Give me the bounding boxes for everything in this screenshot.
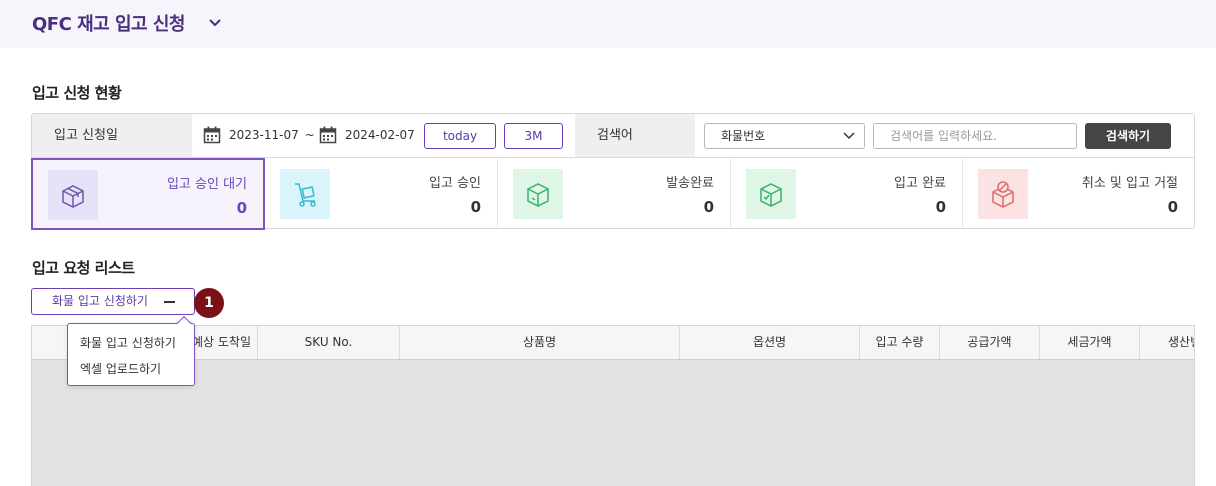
status-card-approved[interactable]: 입고 승인 0 <box>265 159 497 229</box>
chevron-down-icon[interactable] <box>206 13 224 31</box>
search-type-value: 화물번호 <box>721 129 766 143</box>
today-button[interactable]: today <box>424 123 496 149</box>
date-label: 입고 신청일 <box>32 114 192 157</box>
request-table: 예상 도착일 SKU No. 상품명 옵션명 입고 수량 공급가액 세금가액 생… <box>31 325 1195 486</box>
package-shipped-icon <box>513 169 563 219</box>
search-type-select[interactable]: 화물번호 <box>704 123 865 149</box>
request-list-title: 입고 요청 리스트 <box>32 259 135 277</box>
calendar-icon <box>203 126 221 144</box>
column-quantity[interactable]: 입고 수량 <box>860 326 940 359</box>
filter-row: 입고 신청일 2023-11-07 ~ 2024-02-07 today 3M … <box>32 114 1194 158</box>
status-card-completed[interactable]: 입고 완료 0 <box>730 159 962 229</box>
status-count: 0 <box>236 199 247 217</box>
search-label: 검색어 <box>575 114 695 157</box>
status-label: 입고 완료 <box>894 176 946 191</box>
menu-item-excel-upload[interactable]: 엑셀 업로드하기 <box>80 360 161 377</box>
collapse-icon <box>164 301 175 303</box>
menu-item-cargo-request[interactable]: 화물 입고 신청하기 <box>80 334 176 351</box>
start-date-field[interactable]: 2023-11-07 ~ <box>203 126 315 144</box>
package-cancel-icon <box>978 169 1028 219</box>
hand-truck-icon <box>280 169 330 219</box>
status-count: 0 <box>935 198 946 216</box>
page-title: QFC 재고 입고 신청 <box>32 14 185 35</box>
add-request-dropdown-menu: 화물 입고 신청하기 엑셀 업로드하기 <box>67 323 195 386</box>
status-label: 취소 및 입고 거절 <box>1081 176 1178 191</box>
status-label: 입고 승인 대기 <box>166 177 247 192</box>
status-label: 입고 승인 <box>429 176 481 191</box>
add-cargo-request-button[interactable]: 화물 입고 신청하기 <box>31 288 195 315</box>
chevron-down-icon <box>843 132 855 140</box>
status-card-shipped[interactable]: 발송완료 0 <box>497 159 730 229</box>
status-count: 0 <box>1167 198 1178 216</box>
search-button[interactable]: 검색하기 <box>1085 123 1171 149</box>
step-badge: 1 <box>194 288 224 318</box>
column-production-no[interactable]: 생산번 <box>1140 326 1194 359</box>
header-bar: QFC 재고 입고 신청 <box>0 0 1216 48</box>
package-complete-icon <box>746 169 796 219</box>
range-3m-button[interactable]: 3M <box>504 123 563 149</box>
status-filter-panel: 입고 신청일 2023-11-07 ~ 2024-02-07 today 3M … <box>31 113 1195 230</box>
end-date-value: 2024-02-07 <box>345 128 415 142</box>
status-label: 발송완료 <box>666 176 714 191</box>
table-header: 예상 도착일 SKU No. 상품명 옵션명 입고 수량 공급가액 세금가액 생… <box>32 326 1194 360</box>
date-separator: ~ <box>304 128 315 142</box>
package-box-icon <box>48 170 98 220</box>
status-count: 0 <box>470 198 481 216</box>
add-cargo-request-label: 화물 입고 신청하기 <box>52 294 148 308</box>
start-date-value: 2023-11-07 <box>229 128 299 142</box>
calendar-icon <box>319 126 337 144</box>
search-input[interactable] <box>873 123 1077 149</box>
column-tax-amount[interactable]: 세금가액 <box>1040 326 1140 359</box>
end-date-field[interactable]: 2024-02-07 <box>319 126 415 144</box>
table-body-empty <box>32 360 1194 486</box>
column-sku[interactable]: SKU No. <box>258 326 400 359</box>
status-card-pending[interactable]: 입고 승인 대기 0 <box>31 158 265 230</box>
column-option-name[interactable]: 옵션명 <box>680 326 860 359</box>
column-product-name[interactable]: 상품명 <box>400 326 680 359</box>
status-section-title: 입고 신청 현황 <box>32 84 122 102</box>
status-count: 0 <box>703 198 714 216</box>
column-supply-price[interactable]: 공급가액 <box>940 326 1040 359</box>
status-card-cancelled[interactable]: 취소 및 입고 거절 0 <box>962 159 1194 229</box>
